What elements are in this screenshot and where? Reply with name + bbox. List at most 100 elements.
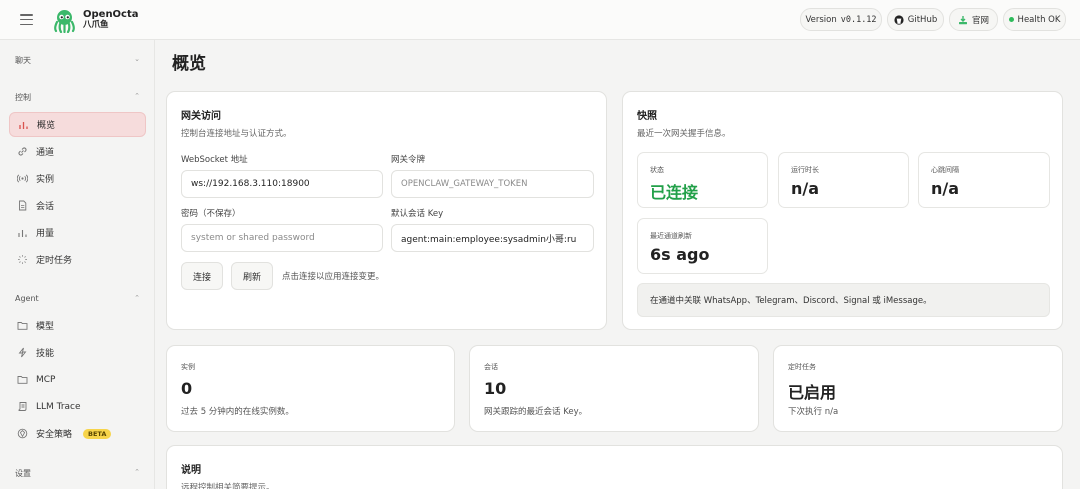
health-label: Health OK: [1017, 14, 1061, 25]
notes-card: 说明 远程控制相关简要提示。: [166, 445, 1063, 489]
sidebar-item-label: 用量: [36, 229, 55, 239]
download-icon: [958, 15, 967, 24]
sidebar-item-label: 概览: [37, 121, 56, 131]
card-label: 会话: [484, 363, 498, 371]
stat-label: 状态: [650, 166, 664, 174]
sidebar-section-chat[interactable]: 聊天 ⌄: [15, 55, 140, 66]
website-label: 官网: [971, 15, 989, 26]
sidebar-section-agent[interactable]: Agent ⌃: [15, 294, 140, 303]
sidebar-item-models[interactable]: 模型: [9, 313, 146, 338]
sidebar-section-label: Agent: [15, 294, 39, 303]
sessions-card: 会话 10 网关跟踪的最近会话 Key。: [469, 345, 759, 432]
sidebar-item-sessions[interactable]: 会话: [9, 193, 146, 218]
status-stat: 状态 已连接: [637, 152, 768, 208]
token-label: 网关令牌: [391, 155, 426, 165]
stat-label: 最近通道刷新: [650, 232, 692, 240]
bar-chart-icon: [18, 119, 29, 130]
bar-chart-icon: [17, 227, 28, 238]
session-key-input[interactable]: agent:main:employee:sysadmin小哥:ru: [391, 224, 594, 252]
card-subtitle: 远程控制相关简要提示。: [181, 483, 275, 489]
channel-refresh-stat: 最近通道刷新 6s ago: [637, 218, 768, 274]
link-icon: [17, 146, 28, 157]
password-label: 密码（不保存）: [181, 209, 241, 219]
sidebar-section-label: 控制: [15, 93, 31, 102]
sidebar-item-label: MCP: [36, 374, 56, 385]
menu-icon[interactable]: [20, 14, 33, 25]
card-title: 说明: [181, 465, 201, 476]
chevron-up-icon: ⌃: [134, 92, 140, 100]
card-subtitle: 控制台连接地址与认证方式。: [181, 129, 292, 139]
github-label: GitHub: [907, 14, 938, 25]
session-key-label: 默认会话 Key: [391, 209, 444, 219]
sidebar-item-overview[interactable]: 概览: [9, 112, 146, 137]
website-button[interactable]: 官网: [949, 8, 998, 31]
card-description: 网关跟踪的最近会话 Key。: [484, 407, 588, 417]
channel-notice: 在通道中关联 WhatsApp、Telegram、Discord、Signal …: [637, 283, 1050, 317]
card-description: 过去 5 分钟内的在线实例数。: [181, 407, 294, 417]
folder-icon: [17, 374, 28, 385]
gateway-token-input[interactable]: OPENCLAW_GATEWAY_TOKEN: [391, 170, 594, 198]
github-button[interactable]: GitHub: [887, 8, 944, 31]
cron-card: 定时任务 已启用 下次执行 n/a: [773, 345, 1063, 432]
sidebar-item-skills[interactable]: 技能: [9, 340, 146, 365]
version-label: Version: [805, 14, 837, 25]
channel-refresh-value: 6s ago: [650, 245, 710, 264]
sidebar-section-control[interactable]: 控制 ⌃: [15, 92, 140, 103]
beta-badge: BETA: [83, 428, 112, 439]
page-title: 概览: [172, 54, 206, 74]
version-value: v0.1.12: [840, 14, 877, 25]
brand: OpenOcta 八爪鱼: [83, 9, 139, 31]
card-title: 快照: [637, 111, 657, 122]
sidebar-item-mcp[interactable]: MCP: [9, 367, 146, 392]
github-icon: [894, 14, 904, 25]
heartbeat-stat: 心跳间隔 n/a: [918, 152, 1050, 208]
gateway-access-card: 网关访问 控制台连接地址与认证方式。 WebSocket 地址 ws://192…: [166, 91, 607, 330]
health-pill: Health OK: [1003, 8, 1066, 31]
connect-button[interactable]: 连接: [181, 262, 223, 290]
instances-card: 实例 0 过去 5 分钟内的在线实例数。: [166, 345, 455, 432]
heartbeat-value: n/a: [931, 179, 960, 198]
sidebar-item-label: 安全策略: [36, 430, 73, 440]
app-subtitle: 八爪鱼: [83, 20, 109, 30]
chevron-up-icon: ⌃: [134, 468, 140, 476]
sidebar-section-label: 设置: [15, 469, 31, 478]
sidebar-item-security[interactable]: 安全策略 BETA: [9, 421, 146, 446]
version-pill: Version v0.1.12: [800, 8, 882, 31]
card-label: 定时任务: [788, 363, 816, 371]
status-value: 已连接: [650, 183, 699, 202]
password-input[interactable]: system or shared password: [181, 224, 383, 252]
sidebar-item-cron[interactable]: 定时任务: [9, 247, 146, 272]
sidebar: 聊天 ⌄ 控制 ⌃ 概览 通道 实例 会话 用量 定时任务 Agent ⌃ 模型 技能…: [0, 40, 155, 489]
websocket-url-input[interactable]: ws://192.168.3.110:18900: [181, 170, 383, 198]
document-icon: [17, 200, 28, 211]
sidebar-item-usage[interactable]: 用量: [9, 220, 146, 245]
stat-label: 心跳间隔: [931, 166, 959, 174]
loader-icon: [17, 254, 28, 265]
sidebar-item-label: 会话: [36, 202, 55, 212]
sidebar-section-settings[interactable]: 设置 ⌃: [15, 468, 140, 479]
scroll-icon: [17, 401, 28, 412]
sidebar-item-label: 通道: [36, 148, 55, 158]
cron-value: 已启用: [788, 383, 837, 402]
websocket-label: WebSocket 地址: [181, 155, 248, 165]
sessions-value: 10: [484, 379, 507, 398]
chevron-up-icon: ⌃: [134, 294, 140, 302]
uptime-stat: 运行时长 n/a: [778, 152, 909, 208]
refresh-button[interactable]: 刷新: [231, 262, 273, 290]
sidebar-section-label: 聊天: [15, 56, 31, 65]
card-label: 实例: [181, 363, 195, 371]
sidebar-item-label: 模型: [36, 322, 55, 332]
stat-label: 运行时长: [791, 166, 819, 174]
lightning-icon: [17, 347, 28, 358]
instances-value: 0: [181, 379, 193, 398]
uptime-value: n/a: [791, 179, 820, 198]
card-subtitle: 最近一次网关握手信息。: [637, 129, 731, 139]
sidebar-item-instances[interactable]: 实例: [9, 166, 146, 191]
top-bar: OpenOcta 八爪鱼 Version v0.1.12 GitHub 官网 H…: [0, 0, 1080, 40]
sidebar-item-channels[interactable]: 通道: [9, 139, 146, 164]
card-description: 下次执行 n/a: [788, 407, 839, 417]
broadcast-icon: [17, 173, 28, 184]
app-name: OpenOcta: [83, 9, 139, 20]
sidebar-item-llm-trace[interactable]: LLM Trace: [9, 394, 146, 419]
shield-icon: [17, 428, 28, 439]
